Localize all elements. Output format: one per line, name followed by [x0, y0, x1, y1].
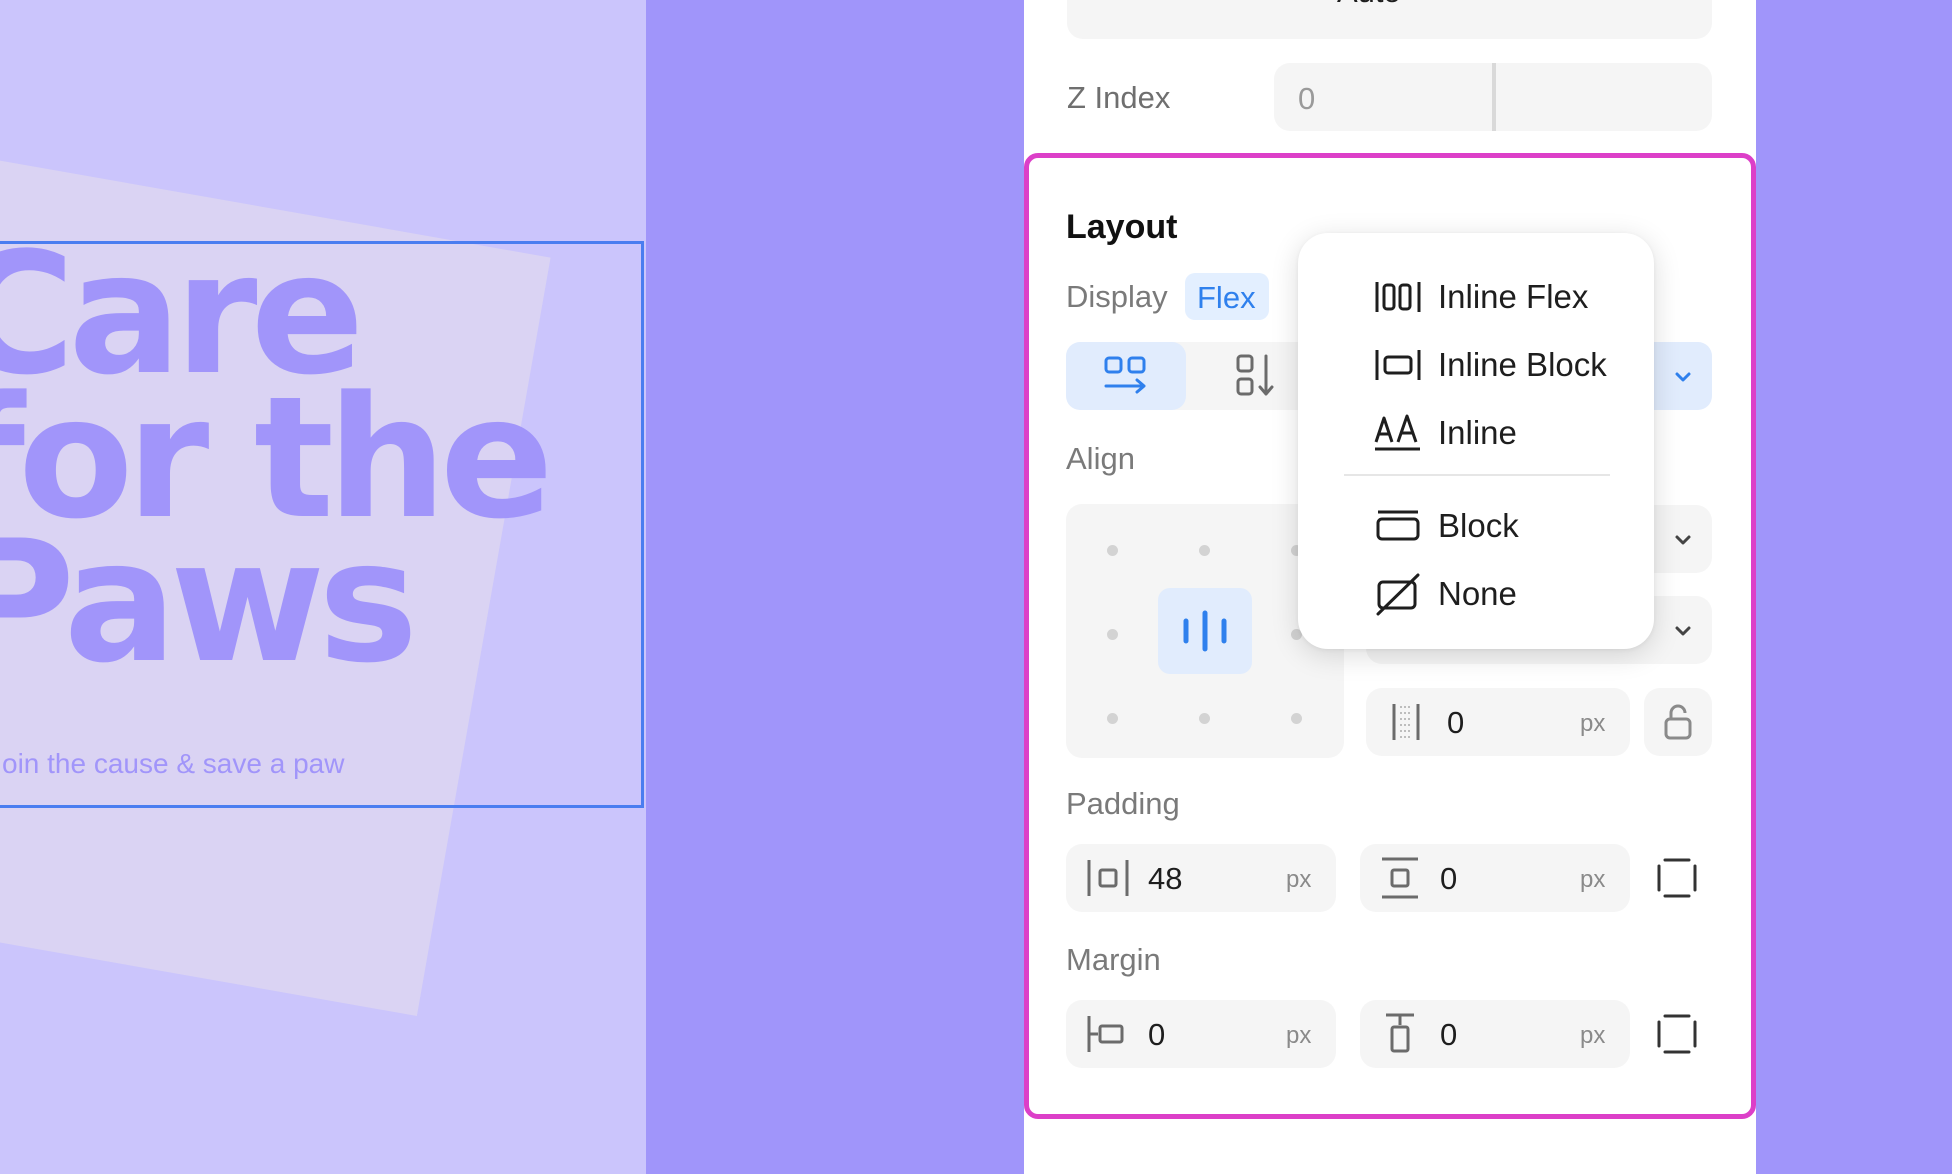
menu-item-label: Inline Block [1438, 346, 1607, 383]
z-index-input[interactable]: 0 [1274, 63, 1712, 131]
menu-divider [1344, 474, 1610, 476]
chevron-down-icon [1675, 626, 1691, 636]
menu-item-label: Inline [1438, 414, 1517, 451]
padding-label: Padding [1066, 786, 1180, 821]
margin-horizontal-input[interactable]: 0 px [1066, 1000, 1336, 1068]
flex-column-icon [1236, 354, 1274, 396]
gap-unit: px [1580, 710, 1606, 737]
individual-sides-icon [1657, 858, 1697, 898]
align-center-icon [1183, 610, 1227, 652]
menu-item-label: None [1438, 575, 1517, 612]
margin-vertical-icon [1386, 1013, 1414, 1053]
direction-column-button[interactable] [1210, 342, 1300, 410]
direction-row-button[interactable] [1066, 342, 1186, 410]
margin-horizontal-unit: px [1286, 1022, 1312, 1049]
display-label: Display [1066, 279, 1168, 314]
inline-flex-icon [1375, 282, 1421, 312]
inline-text-icon [1374, 414, 1420, 451]
gap-value: 0 [1447, 705, 1465, 740]
menu-item-label: Inline Flex [1438, 278, 1589, 315]
margin-vertical-input[interactable]: 0 px [1360, 1000, 1630, 1068]
align-label: Align [1066, 441, 1135, 476]
z-index-slider-handle[interactable] [1492, 63, 1496, 131]
align-dot-top-left[interactable] [1107, 545, 1118, 556]
padding-vertical-input[interactable]: 0 px [1360, 844, 1630, 912]
canvas-preview[interactable]: Care for the Paws Join the cause & save … [0, 0, 646, 1174]
padding-individual-sides-button[interactable] [1654, 852, 1700, 904]
flex-row-icon [1104, 356, 1146, 394]
margin-horizontal-icon [1087, 1016, 1124, 1052]
padding-horizontal-value: 48 [1148, 861, 1183, 896]
padding-horizontal-input[interactable]: 48 px [1066, 844, 1336, 912]
selected-element-outline[interactable] [0, 241, 644, 808]
inline-block-icon [1375, 350, 1421, 380]
align-dot-bottom-right[interactable] [1291, 713, 1302, 724]
margin-horizontal-value: 0 [1148, 1017, 1166, 1052]
padding-horizontal-unit: px [1286, 866, 1312, 893]
lock-icon [1664, 704, 1692, 740]
padding-vertical-value: 0 [1440, 861, 1458, 896]
z-index-value: 0 [1298, 81, 1316, 116]
layout-title: Layout [1066, 208, 1178, 246]
position-select[interactable]: Auto [1067, 0, 1712, 39]
margin-individual-sides-button[interactable] [1654, 1008, 1700, 1060]
z-index-label: Z Index [1067, 80, 1171, 115]
block-icon [1376, 510, 1420, 541]
align-dot-middle-left[interactable] [1107, 629, 1118, 640]
gap-lock-button[interactable] [1644, 688, 1712, 756]
margin-vertical-value: 0 [1440, 1017, 1458, 1052]
display-value: Flex [1197, 280, 1256, 315]
chevron-down-icon [1675, 372, 1691, 382]
margin-label: Margin [1066, 942, 1161, 977]
chevron-down-icon [1675, 535, 1691, 545]
margin-vertical-unit: px [1580, 1022, 1606, 1049]
align-center-selected[interactable] [1158, 588, 1252, 674]
display-dropdown-menu: Inline Flex Inline Block Inline Block No… [1298, 233, 1654, 649]
align-dot-bottom-left[interactable] [1107, 713, 1118, 724]
align-dot-top-center[interactable] [1199, 545, 1210, 556]
editor-stage: Care for the Paws Join the cause & save … [0, 0, 1952, 1174]
gap-input[interactable]: 0 px [1366, 688, 1630, 756]
padding-vertical-icon [1382, 857, 1418, 899]
gap-icon [1392, 704, 1420, 740]
menu-item-label: Block [1438, 507, 1519, 544]
position-select-value: Auto [1337, 0, 1401, 10]
align-dot-bottom-center[interactable] [1199, 713, 1210, 724]
padding-horizontal-icon [1087, 860, 1129, 896]
padding-vertical-unit: px [1580, 866, 1606, 893]
individual-sides-icon [1657, 1014, 1697, 1054]
display-none-icon [1376, 573, 1420, 616]
display-value-badge[interactable]: Flex [1185, 273, 1269, 320]
